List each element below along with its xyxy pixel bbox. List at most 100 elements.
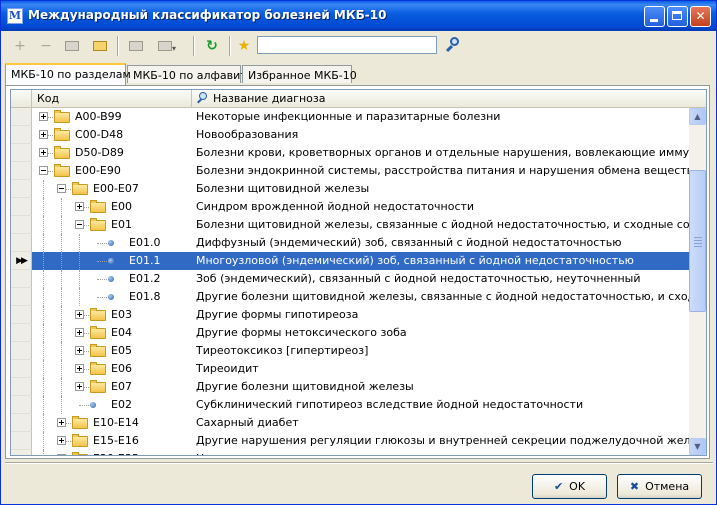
open-folder-button[interactable] <box>89 35 111 57</box>
code-cell[interactable]: E00-E90 <box>32 162 192 180</box>
collapse-minus-icon[interactable] <box>39 166 48 175</box>
expand-plus-icon[interactable] <box>39 148 48 157</box>
expand-plus-icon[interactable] <box>57 436 66 445</box>
collapse-minus-icon[interactable] <box>57 184 66 193</box>
code-cell[interactable]: E05 <box>32 342 192 360</box>
diagnosis-name[interactable]: Субклинический гипотиреоз вследствие йод… <box>196 396 689 414</box>
diagnosis-name[interactable]: Другие болезни щитовидной железы, связан… <box>196 288 689 306</box>
diagnosis-name[interactable]: Болезни щитовидной железы, связанные с й… <box>196 216 689 234</box>
tab-favorites[interactable]: Избранное МКБ-10 <box>242 65 357 83</box>
tree-row[interactable]: E04 Другие формы нетоксического зоба <box>11 324 689 342</box>
tree-row[interactable]: E00 Синдром врожденной йодной недостаточн… <box>11 198 689 216</box>
code-cell[interactable]: E02 <box>32 396 192 414</box>
expand-plus-icon[interactable] <box>75 202 84 211</box>
title-bar[interactable]: M Международный классификатор болезней М… <box>1 1 716 31</box>
tree-row[interactable]: E03 Другие формы гипотиреоза <box>11 306 689 324</box>
expand-plus-icon[interactable] <box>39 130 48 139</box>
expand-plus-icon[interactable] <box>75 328 84 337</box>
diagnosis-name[interactable]: Тиреотоксикоз [гипертиреоз] <box>196 342 689 360</box>
tree-row[interactable]: E01.2 Зоб (эндемический), связанный с йод… <box>11 270 689 288</box>
diagnosis-name[interactable]: Другие болезни щитовидной железы <box>196 378 689 396</box>
diagnosis-name[interactable]: Болезни эндокринной системы, расстройств… <box>196 162 689 180</box>
ok-button[interactable]: ✔ OK <box>532 474 607 499</box>
code-cell[interactable]: E01.1 <box>32 252 192 270</box>
code-cell[interactable]: E07 <box>32 378 192 396</box>
tree-row[interactable]: E07 Другие болезни щитовидной железы <box>11 378 689 396</box>
expand-plus-icon[interactable] <box>57 418 66 427</box>
tree-row[interactable]: E01.8 Другие болезни щитовидной железы, с… <box>11 288 689 306</box>
tree-row[interactable]: D50-D89 Болезни крови, кроветворных орган… <box>11 144 689 162</box>
code-cell[interactable]: E15-E16 <box>32 432 192 450</box>
tree-row[interactable]: E06 Тиреоидит <box>11 360 689 378</box>
expand-plus-icon[interactable] <box>75 346 84 355</box>
name-column-header[interactable]: Название диагноза <box>192 90 687 107</box>
diagnosis-name[interactable]: Синдром врожденной йодной недостаточност… <box>196 198 689 216</box>
diagnosis-name[interactable]: Зоб (эндемический), связанный с йодной н… <box>196 270 689 288</box>
maximize-button[interactable] <box>667 6 688 27</box>
expand-plus-icon[interactable] <box>75 310 84 319</box>
diagnosis-name[interactable]: Другие формы гипотиреоза <box>196 306 689 324</box>
refresh-button[interactable]: ↻ <box>201 35 223 57</box>
code-cell[interactable]: D50-D89 <box>32 144 192 162</box>
code-cell[interactable]: E03 <box>32 306 192 324</box>
tab-alphabetical[interactable]: МКБ-10 по алфавиту <box>127 65 253 83</box>
diagnosis-name[interactable]: Многоузловой (эндемический) зоб, связанн… <box>192 252 689 270</box>
tree-row[interactable]: E01 Болезни щитовидной железы, связанные … <box>11 216 689 234</box>
tree-row[interactable]: ▶▶ E01.1 Многоузловой (эндемический) зоб, … <box>11 252 689 270</box>
close-button[interactable]: ✕ <box>690 6 711 27</box>
edit-button[interactable] <box>61 35 83 57</box>
diagnosis-name[interactable]: Болезни крови, кроветворных органов и от… <box>196 144 689 162</box>
code-cell[interactable]: E01 <box>32 216 192 234</box>
favorite-button[interactable]: ★ <box>233 35 255 57</box>
code-column-header[interactable]: Код <box>32 90 192 107</box>
diagnosis-name[interactable]: Болезни щитовидной железы <box>196 180 689 198</box>
search-input[interactable] <box>257 36 437 54</box>
tree-row[interactable]: E00-E07 Болезни щитовидной железы <box>11 180 689 198</box>
tab-by-sections[interactable]: МКБ-10 по разделам <box>5 63 131 85</box>
code-cell[interactable]: A00-B99 <box>32 108 192 126</box>
diagnosis-name[interactable]: Другие нарушения регуляции глюкозы и вну… <box>196 432 689 450</box>
code-cell[interactable]: E10-E14 <box>32 414 192 432</box>
code-cell[interactable]: E00-E07 <box>32 180 192 198</box>
code-cell[interactable]: E06 <box>32 360 192 378</box>
remove-button[interactable]: − <box>35 35 57 57</box>
vertical-scrollbar[interactable]: ▲ ▼ <box>689 108 706 455</box>
tree-row[interactable]: E15-E16 Другие нарушения регуляции глюкоз… <box>11 432 689 450</box>
code-cell[interactable]: E00 <box>32 198 192 216</box>
tree-row[interactable]: E02 Субклинический гипотиреоз вследствие … <box>11 396 689 414</box>
cancel-button[interactable]: ✖ Отмена <box>617 474 702 499</box>
search-button[interactable] <box>443 35 463 57</box>
tree-row[interactable]: A00-B99 Некоторые инфекционные и паразита… <box>11 108 689 126</box>
tree-row[interactable]: E01.0 Диффузный (эндемический) зоб, связа… <box>11 234 689 252</box>
diagnosis-name[interactable]: Диффузный (эндемический) зоб, связанный … <box>196 234 689 252</box>
paste-dropdown-button[interactable]: ▾ <box>153 35 181 57</box>
scroll-up-button[interactable]: ▲ <box>689 108 706 125</box>
tree-row[interactable]: E10-E14 Сахарный диабет <box>11 414 689 432</box>
code-cell[interactable]: E01.2 <box>32 270 192 288</box>
code-cell[interactable]: E04 <box>32 324 192 342</box>
minimize-button[interactable] <box>644 6 665 27</box>
tree-row[interactable]: C00-D48 Новообразования <box>11 126 689 144</box>
expand-plus-icon[interactable] <box>39 112 48 121</box>
diagnosis-name[interactable]: Сахарный диабет <box>196 414 689 432</box>
diagnosis-name[interactable]: Другие формы нетоксического зоба <box>196 324 689 342</box>
scroll-thumb[interactable] <box>689 170 706 312</box>
diagnosis-name[interactable]: Новообразования <box>196 126 689 144</box>
scroll-down-button[interactable]: ▼ <box>689 438 706 455</box>
expand-plus-icon[interactable] <box>57 454 66 455</box>
tree-row[interactable]: E05 Тиреотоксикоз [гипертиреоз] <box>11 342 689 360</box>
diagnosis-name[interactable]: Некоторые инфекционные и паразитарные бо… <box>196 108 689 126</box>
code-cell[interactable]: C00-D48 <box>32 126 192 144</box>
copy-button[interactable] <box>125 35 147 57</box>
diagnosis-name[interactable]: Тиреоидит <box>196 360 689 378</box>
tree-row[interactable]: E00-E90 Болезни эндокринной системы, расс… <box>11 162 689 180</box>
expand-plus-icon[interactable] <box>75 364 84 373</box>
code-cell[interactable]: E01.0 <box>32 234 192 252</box>
collapse-minus-icon[interactable] <box>75 220 84 229</box>
diagnosis-name[interactable]: Н <box>196 450 689 455</box>
code-cell[interactable]: E01.8 <box>32 288 192 306</box>
expand-plus-icon[interactable] <box>75 382 84 391</box>
tree-row[interactable]: E20-E35 Н <box>11 450 689 455</box>
add-button[interactable]: + <box>9 35 31 57</box>
code-cell[interactable]: E20-E35 <box>32 450 192 455</box>
